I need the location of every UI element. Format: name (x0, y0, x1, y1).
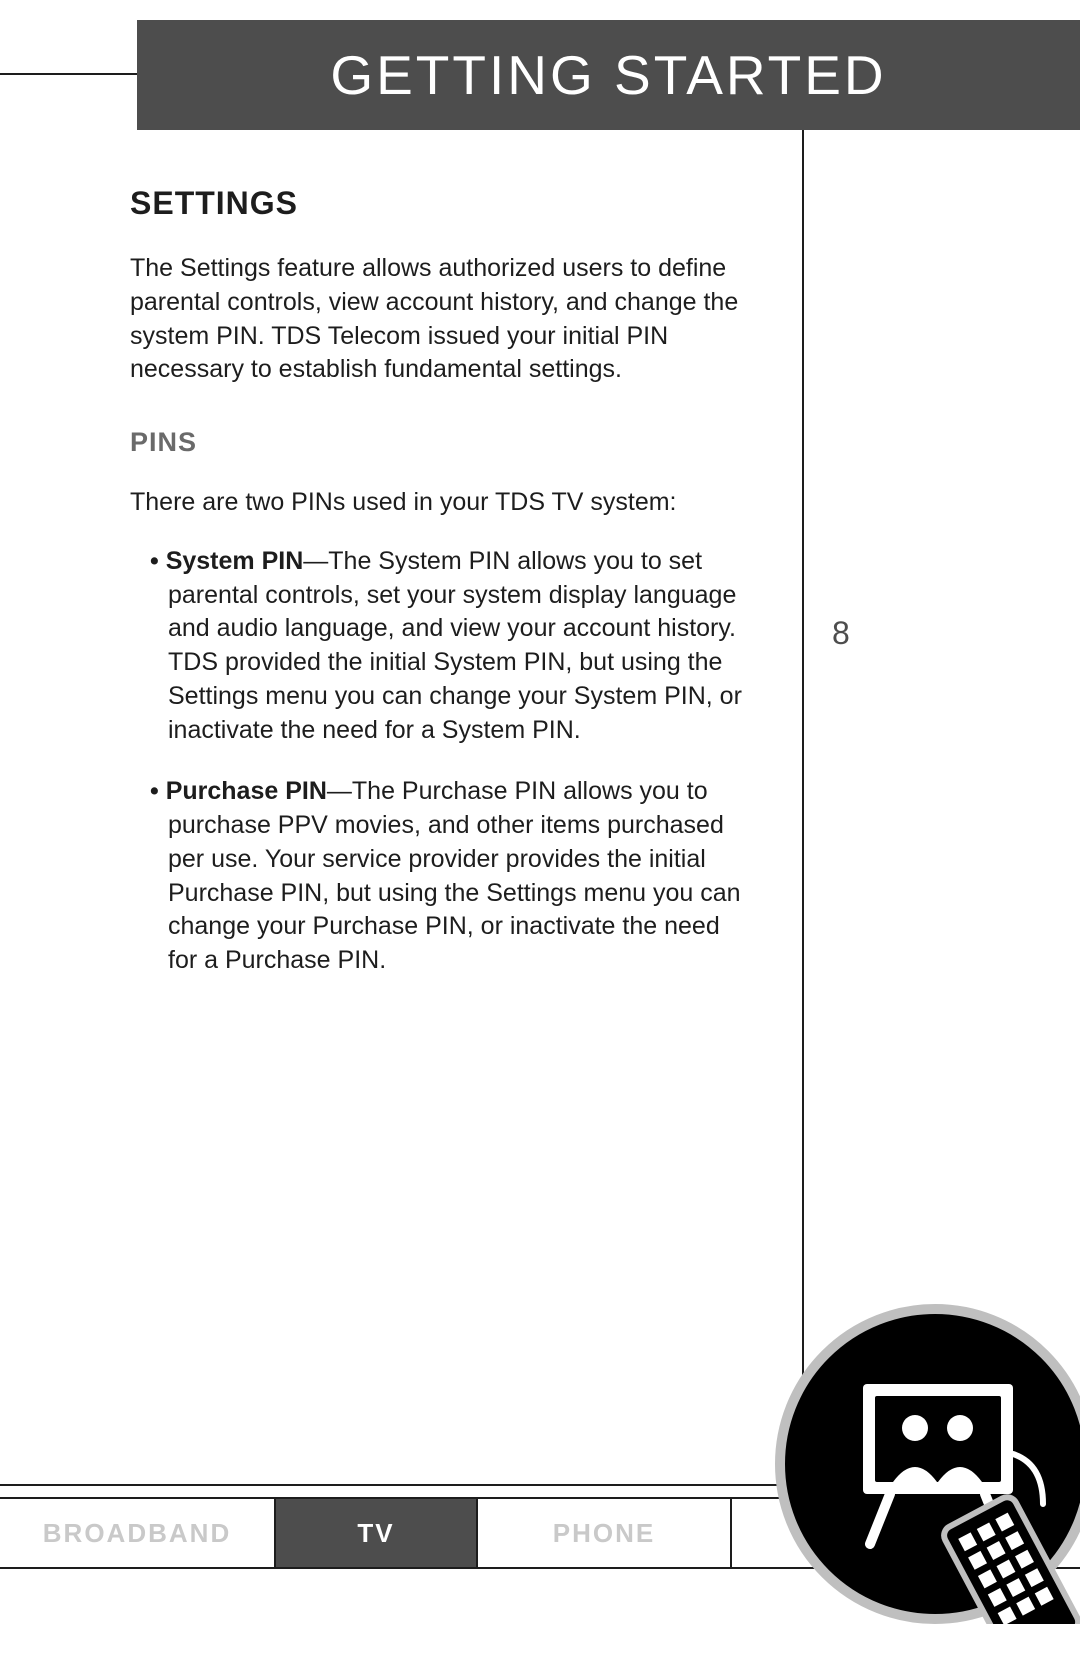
system-pin-text: —The System PIN allows you to set parent… (168, 547, 742, 744)
system-pin-label: System PIN (166, 547, 304, 575)
sub-heading-pins: PINS (130, 427, 750, 458)
purchase-pin-text: —The Purchase PIN allows you to purchase… (168, 777, 741, 974)
purchase-pin-label: Purchase PIN (166, 777, 327, 805)
tab-broadband[interactable]: BROADBAND (0, 1497, 276, 1569)
tv-badge-icon (775, 1304, 1080, 1624)
page-number: 8 (832, 615, 850, 652)
settings-intro-paragraph: The Settings feature allows authorized u… (130, 252, 750, 387)
tab-broadband-label: BROADBAND (43, 1518, 231, 1549)
section-heading-settings: SETTINGS (130, 185, 750, 222)
bullet-dot-icon: • (150, 547, 166, 575)
tab-tv-label: TV (357, 1518, 394, 1549)
tab-tv[interactable]: TV (276, 1497, 478, 1569)
tab-phone-label: PHONE (553, 1518, 655, 1549)
header-left-rule (0, 73, 137, 75)
header-band: GETTING STARTED (137, 20, 1080, 130)
pins-lead-text: There are two PINs used in your TDS TV s… (130, 486, 750, 520)
page: GETTING STARTED 8 SETTINGS The Settings … (0, 0, 1080, 1669)
bullet-dot-icon: • (150, 777, 166, 805)
bullet-purchase-pin: • Purchase PIN—The Purchase PIN allows y… (130, 775, 750, 978)
tab-phone[interactable]: PHONE (478, 1497, 732, 1569)
vertical-divider (802, 130, 804, 1434)
bullet-system-pin: • System PIN—The System PIN allows you t… (130, 545, 750, 748)
content-column: SETTINGS The Settings feature allows aut… (130, 185, 750, 1006)
header-title: GETTING STARTED (330, 43, 886, 107)
